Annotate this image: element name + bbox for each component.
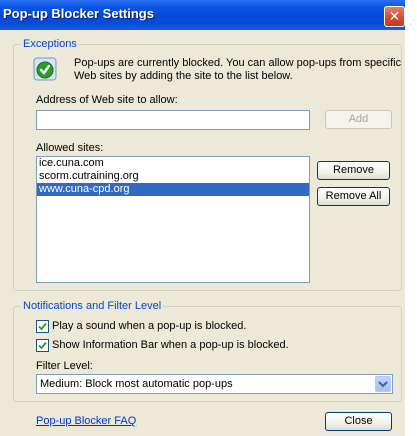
popup-blocker-dialog: Pop-up Blocker Settings ✕ Exceptions Pop…	[0, 0, 405, 436]
checkmark-icon	[38, 322, 47, 331]
play-sound-checkbox[interactable]	[36, 320, 49, 333]
close-icon: ✕	[388, 8, 401, 24]
filter-level-select[interactable]: Medium: Block most automatic pop-ups	[36, 374, 393, 394]
address-label: Address of Web site to allow:	[36, 94, 178, 106]
info-bar-label: Show Information Bar when a pop-up is bl…	[52, 339, 289, 351]
shield-check-icon	[33, 57, 57, 81]
popup-blocker-faq-link[interactable]: Pop-up Blocker FAQ	[36, 415, 136, 427]
window-title: Pop-up Blocker Settings	[3, 6, 154, 21]
dialog-content: Exceptions Pop-ups are currently blocked…	[3, 30, 402, 432]
info-text-line2: Web sites by adding the site to the list…	[74, 70, 293, 82]
remove-all-button[interactable]: Remove All	[317, 187, 390, 206]
close-button[interactable]: Close	[325, 412, 392, 431]
list-item[interactable]: ice.cuna.com	[37, 157, 309, 170]
filter-level-label: Filter Level:	[36, 360, 93, 372]
allowed-sites-list[interactable]: ice.cuna.com scorm.cutraining.org www.cu…	[36, 156, 310, 283]
title-bar[interactable]: Pop-up Blocker Settings ✕	[0, 0, 405, 30]
exceptions-legend: Exceptions	[21, 38, 79, 50]
list-item[interactable]: scorm.cutraining.org	[37, 170, 309, 183]
info-text-line1: Pop-ups are currently blocked. You can a…	[74, 57, 402, 69]
allowed-sites-label: Allowed sites:	[36, 142, 104, 154]
add-button[interactable]: Add	[325, 110, 392, 129]
checkmark-icon	[38, 341, 47, 350]
address-input[interactable]	[36, 110, 310, 130]
remove-button[interactable]: Remove	[317, 161, 390, 180]
notifications-legend: Notifications and Filter Level	[21, 300, 164, 312]
filter-level-value: Medium: Block most automatic pop-ups	[40, 378, 233, 390]
play-sound-label: Play a sound when a pop-up is blocked.	[52, 320, 247, 332]
info-bar-checkbox[interactable]	[36, 339, 49, 352]
chevron-down-icon[interactable]	[375, 376, 391, 392]
list-item-selected[interactable]: www.cuna-cpd.org	[37, 183, 309, 196]
close-window-button[interactable]: ✕	[384, 6, 405, 27]
